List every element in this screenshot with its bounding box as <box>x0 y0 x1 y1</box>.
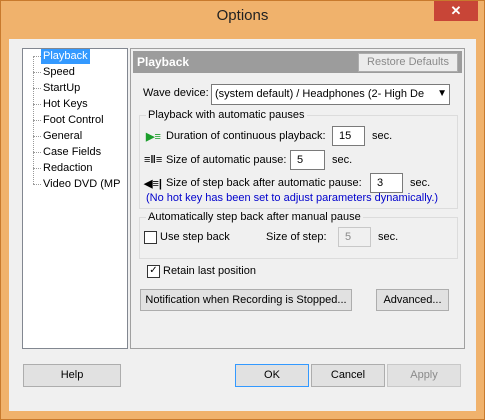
tree-item-general[interactable]: General <box>41 129 84 144</box>
auto-pauses-group-title: Playback with automatic pauses <box>146 109 307 121</box>
tree-connector <box>33 152 41 153</box>
tree-connector <box>33 136 41 137</box>
help-button[interactable]: Help <box>23 364 121 387</box>
options-window: Options ✕ Playback Speed StartUp Hot Key… <box>0 0 485 420</box>
wave-device-select[interactable]: (system default) / Headphones (2- High D… <box>211 84 450 105</box>
wave-device-value: (system default) / Headphones (2- High D… <box>215 88 425 100</box>
auto-pauses-group: Playback with automatic pauses ▶≡ Durati… <box>139 109 458 209</box>
notification-button[interactable]: Notification when Recording is Stopped..… <box>140 289 352 311</box>
step-back-unit: sec. <box>410 177 431 189</box>
step-back-icon: ◀≡| <box>144 178 162 190</box>
pause-size-label: Size of automatic pause: <box>166 154 287 166</box>
panel-header: Playback Restore Defaults <box>133 51 462 73</box>
tree-connector <box>33 168 41 169</box>
restore-defaults-button[interactable]: Restore Defaults <box>358 53 458 72</box>
tree-connector <box>33 56 41 57</box>
close-icon[interactable]: ✕ <box>434 1 478 21</box>
duration-unit: sec. <box>372 130 393 142</box>
tree-connector <box>33 72 41 73</box>
chevron-down-icon[interactable]: ▼ <box>437 88 447 99</box>
tree-item-playback[interactable]: Playback <box>41 49 90 64</box>
tree-connector <box>33 120 41 121</box>
tree-item-startup[interactable]: StartUp <box>41 81 82 96</box>
window-title: Options <box>216 7 269 24</box>
retain-position-label: Retain last position <box>163 265 256 277</box>
pause-size-unit: sec. <box>332 154 353 166</box>
dialog-body: Playback Speed StartUp Hot Keys Foot Con… <box>9 39 476 411</box>
tree-connector <box>33 184 41 185</box>
step-back-label: Size of step back after automatic pause: <box>166 177 362 189</box>
use-step-back-checkbox[interactable] <box>144 231 157 244</box>
use-step-back-label: Use step back <box>160 231 230 243</box>
continuous-play-icon: ▶≡ <box>146 131 161 143</box>
pause-size-input[interactable]: 5 <box>290 150 325 170</box>
tree-item-hot-keys[interactable]: Hot Keys <box>41 97 90 112</box>
cancel-button[interactable]: Cancel <box>311 364 385 387</box>
step-size-label: Size of step: <box>266 231 327 243</box>
step-size-input[interactable]: 5 <box>338 227 371 247</box>
manual-pause-group: Automatically step back after manual pau… <box>139 211 458 259</box>
duration-input[interactable]: 15 <box>332 126 365 146</box>
apply-button[interactable]: Apply <box>387 364 461 387</box>
tree-item-foot-control[interactable]: Foot Control <box>41 113 106 128</box>
manual-pause-group-title: Automatically step back after manual pau… <box>146 211 363 223</box>
tree-connector <box>33 104 41 105</box>
panel-title: Playback <box>137 55 190 69</box>
ok-button[interactable]: OK <box>235 364 309 387</box>
category-tree[interactable]: Playback Speed StartUp Hot Keys Foot Con… <box>22 48 128 349</box>
advanced-button[interactable]: Advanced... <box>376 289 449 311</box>
hotkey-note: (No hot key has been set to adjust param… <box>146 192 439 204</box>
retain-position-checkbox[interactable]: ✓ <box>147 265 160 278</box>
tree-connector <box>33 88 41 89</box>
tree-item-speed[interactable]: Speed <box>41 65 77 80</box>
wave-device-label: Wave device: <box>143 87 209 99</box>
tree-item-redaction[interactable]: Redaction <box>41 161 95 176</box>
step-back-input[interactable]: 3 <box>370 173 403 193</box>
tree-item-video-dvd[interactable]: Video DVD (MP <box>41 177 122 192</box>
playback-panel: Playback Restore Defaults Wave device: (… <box>130 48 465 349</box>
step-size-unit: sec. <box>378 231 399 243</box>
tree-item-case-fields[interactable]: Case Fields <box>41 145 103 160</box>
duration-label: Duration of continuous playback: <box>166 130 326 142</box>
title-bar[interactable]: Options ✕ <box>1 1 484 31</box>
pause-icon: ≡‖≡ <box>144 154 163 166</box>
